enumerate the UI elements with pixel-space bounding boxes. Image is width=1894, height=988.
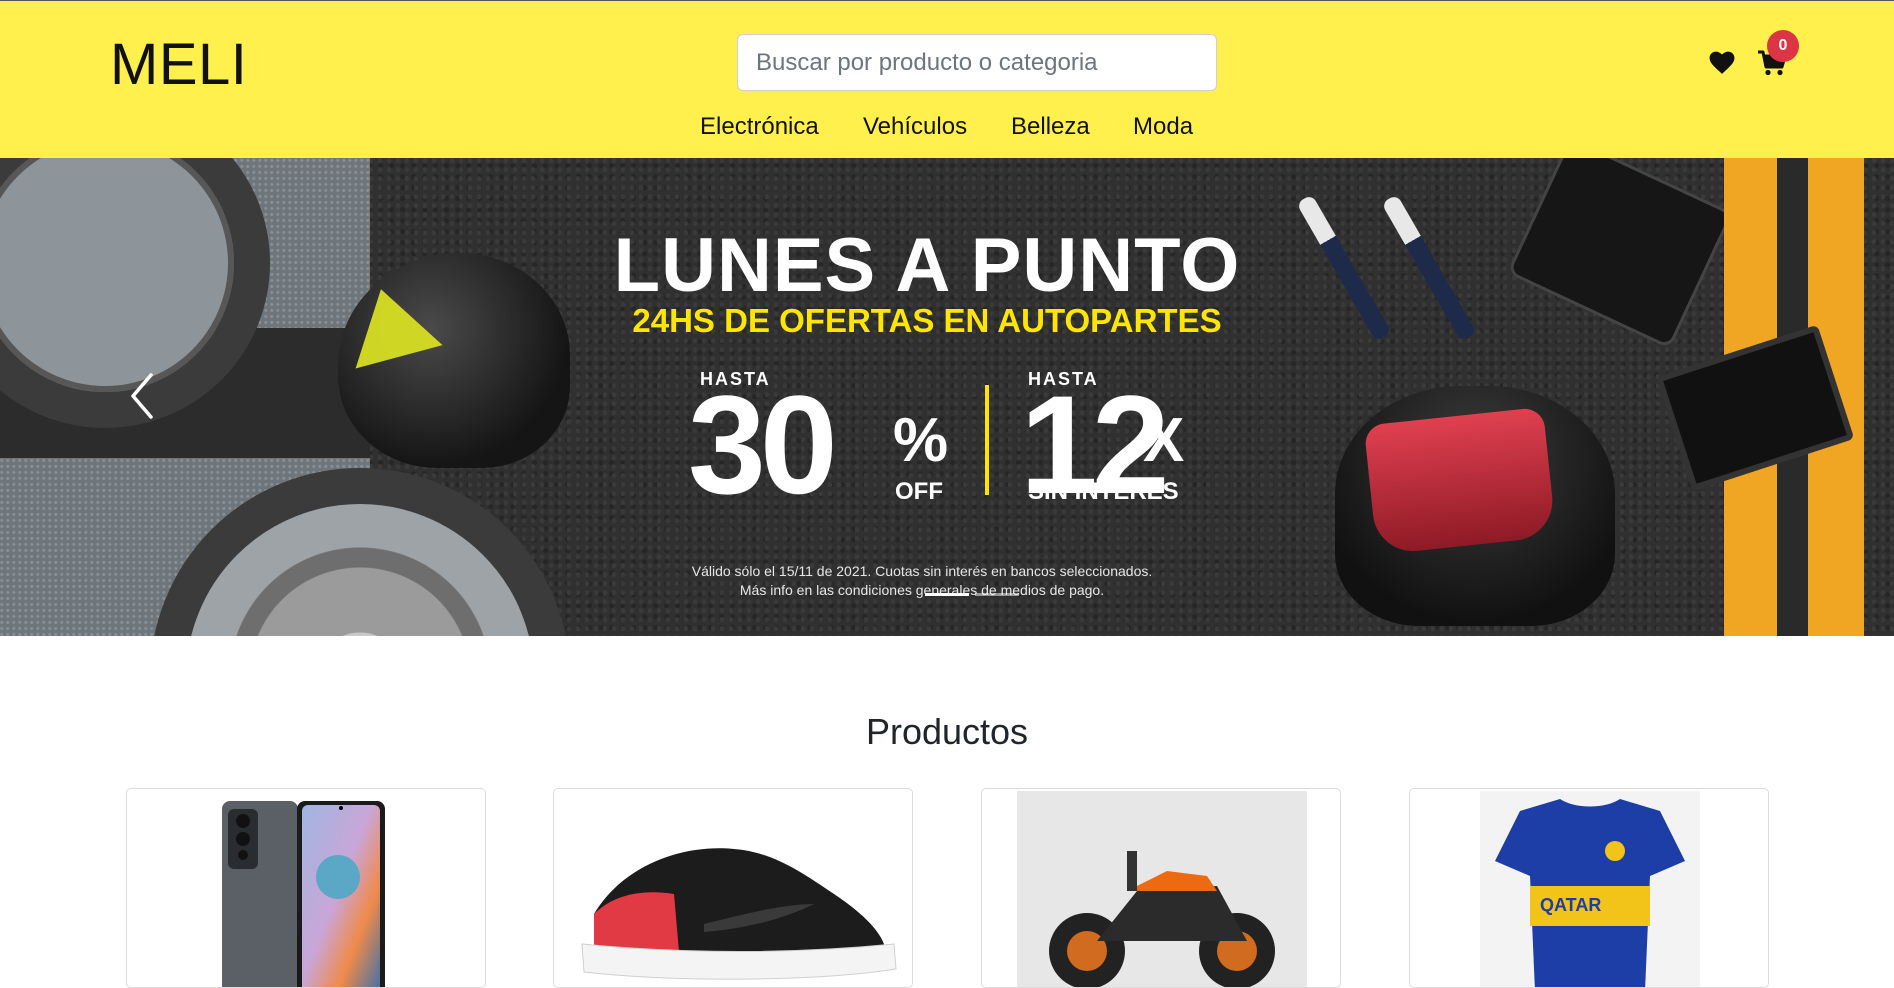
motorcycle-image xyxy=(1017,791,1307,987)
banner-divider xyxy=(985,385,989,495)
banner-installments-suffix: SIN INTERÉS xyxy=(1028,478,1179,505)
smartphone-image xyxy=(222,801,385,987)
search-input[interactable] xyxy=(737,34,1217,91)
product-card[interactable] xyxy=(981,788,1341,988)
products-heading: Productos xyxy=(865,711,1029,752)
nav-item-vehiculos[interactable]: Vehículos xyxy=(863,113,967,141)
banner-discount-value: 30 xyxy=(688,366,838,523)
favorites-button[interactable] xyxy=(1704,45,1740,81)
football-jersey-image: QATAR xyxy=(1480,791,1700,987)
carousel-indicator-2[interactable] xyxy=(975,593,1019,596)
sneaker-image xyxy=(581,848,897,980)
nav-item-electronica[interactable]: Electrónica xyxy=(700,113,819,141)
product-card[interactable] xyxy=(126,788,486,988)
banner-discount-unit: % xyxy=(893,406,949,475)
nav-item-belleza[interactable]: Belleza xyxy=(1011,113,1090,141)
banner-title: LUNES A PUNTO xyxy=(613,223,1241,308)
category-nav: Electrónica Vehículos Belleza Moda xyxy=(0,113,1894,149)
legal-line-1: Válido sólo el 15/11 de 2021. Cuotas sin… xyxy=(691,563,1153,579)
logo[interactable]: MELI xyxy=(110,31,247,98)
chevron-left-icon xyxy=(131,373,153,419)
cart-count-badge: 0 xyxy=(1767,30,1799,62)
site-header: MELI 0 Electrónica Vehículos Belleza Mod… xyxy=(0,0,1894,158)
carousel-prev-button[interactable] xyxy=(125,369,159,423)
banner-discount-suffix: OFF xyxy=(895,478,943,505)
banner-subtitle: 24HS DE OFERTAS EN AUTOPARTES xyxy=(632,302,1222,339)
product-card[interactable]: QATAR xyxy=(1409,788,1769,988)
nav-item-moda[interactable]: Moda xyxy=(1133,113,1193,141)
svg-text:QATAR: QATAR xyxy=(1540,895,1601,915)
legal-line-2: Más info en las condiciones generales de… xyxy=(739,582,1105,598)
heart-icon xyxy=(1709,51,1735,74)
banner-installments-unit: X xyxy=(1143,406,1185,475)
carousel-indicator-1[interactable] xyxy=(925,593,969,596)
product-card[interactable] xyxy=(553,788,913,988)
topcase-reflector xyxy=(1363,406,1557,556)
